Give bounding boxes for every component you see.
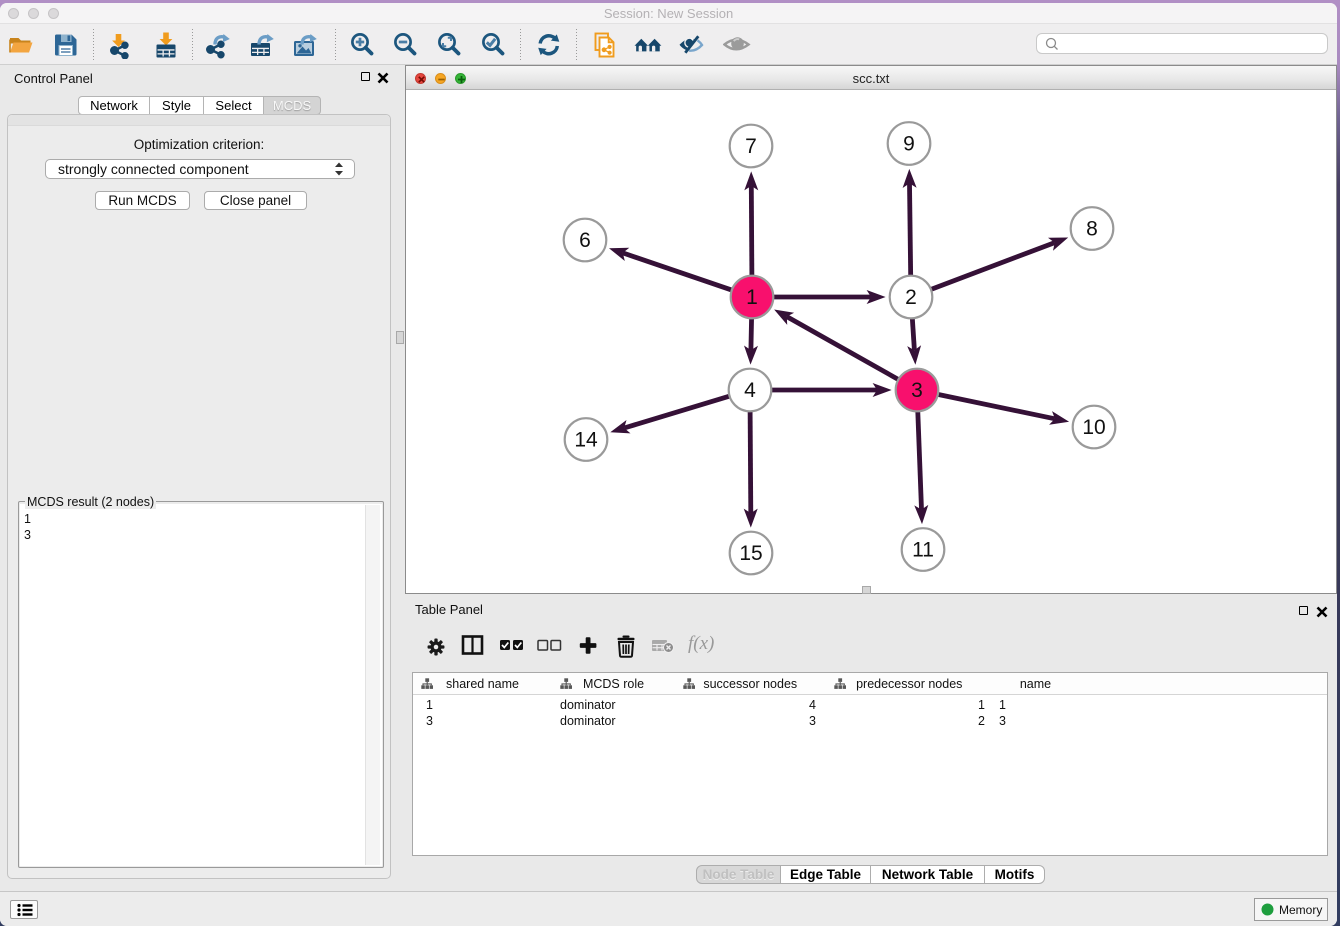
svg-text:15: 15 — [739, 542, 762, 565]
svg-text:10: 10 — [1082, 416, 1105, 439]
svg-text:4: 4 — [744, 379, 756, 402]
svg-text:8: 8 — [1086, 218, 1098, 241]
svg-text:7: 7 — [745, 135, 757, 158]
svg-text:2: 2 — [905, 286, 917, 309]
svg-text:9: 9 — [903, 133, 915, 156]
svg-text:1: 1 — [746, 286, 758, 309]
svg-text:3: 3 — [911, 379, 923, 402]
svg-text:14: 14 — [574, 429, 598, 452]
svg-text:6: 6 — [579, 229, 591, 252]
svg-text:11: 11 — [912, 539, 934, 562]
